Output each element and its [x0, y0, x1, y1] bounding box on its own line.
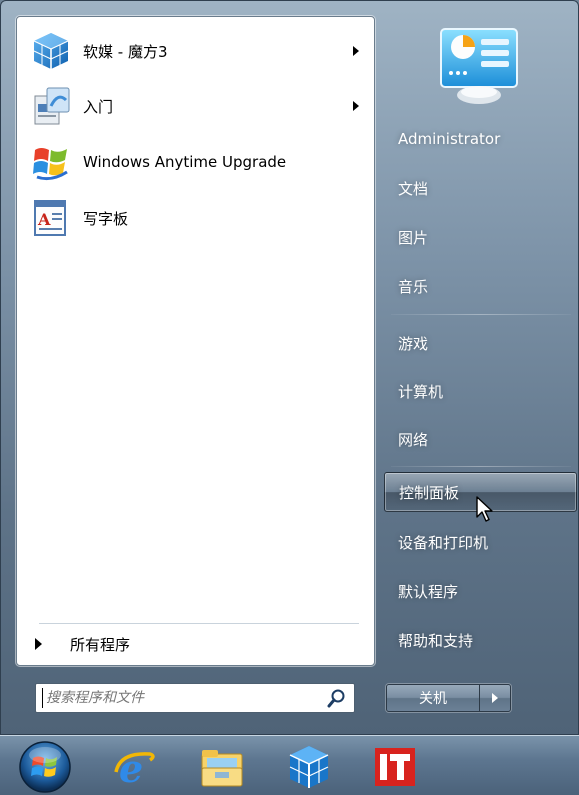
getting-started-icon [34, 87, 70, 125]
shutdown-label: 关机 [419, 691, 447, 707]
shutdown-group: 关机 [386, 684, 511, 712]
program-item-mofang3[interactable]: 软媒 - 魔方3 [23, 23, 369, 79]
shutdown-options-button[interactable] [480, 685, 510, 711]
right-item-administrator[interactable]: Administrator [384, 119, 577, 159]
windows-orb-icon[interactable] [16, 739, 74, 795]
submenu-arrow-icon [353, 101, 359, 111]
all-programs-button[interactable]: 所有程序 [27, 629, 367, 659]
control-panel-picture-icon[interactable] [433, 25, 525, 105]
program-label: 写字板 [83, 209, 129, 228]
right-item-computer[interactable]: 计算机 [384, 371, 577, 411]
it-logo-icon[interactable] [370, 742, 420, 792]
rubiks-cube-icon[interactable] [284, 742, 334, 792]
right-item-label: 游戏 [398, 334, 429, 353]
wordpad-icon: A [34, 200, 66, 236]
separator [391, 466, 571, 467]
program-label: Windows Anytime Upgrade [83, 153, 287, 171]
program-list-panel: 软媒 - 魔方3 入门 Windows Anytime Upgrade A 写字… [16, 16, 375, 666]
shutdown-button[interactable]: 关机 [387, 685, 480, 711]
all-programs-label: 所有程序 [70, 635, 131, 654]
mouse-cursor-icon [476, 496, 493, 522]
program-label: 入门 [83, 97, 114, 116]
folder-icon[interactable] [197, 742, 247, 792]
rubiks-cube-icon [33, 33, 69, 69]
right-item-label: 计算机 [398, 382, 444, 401]
right-item-label: 控制面板 [399, 483, 460, 502]
triangle-right-icon [492, 693, 498, 703]
program-item-wordpad[interactable]: A 写字板 [23, 191, 369, 245]
right-item-games[interactable]: 游戏 [384, 323, 577, 363]
right-item-label: 网络 [398, 430, 429, 449]
right-item-label: 设备和打印机 [398, 533, 489, 552]
triangle-right-icon [35, 638, 42, 650]
submenu-arrow-icon [353, 46, 359, 56]
right-item-pictures[interactable]: 图片 [384, 217, 577, 257]
search-box[interactable] [35, 683, 355, 713]
right-item-default-programs[interactable]: 默认程序 [384, 571, 577, 611]
svg-text:A: A [37, 210, 51, 229]
program-item-getting-started[interactable]: 入门 [23, 79, 369, 133]
search-icon[interactable] [326, 687, 348, 709]
separator [39, 623, 359, 624]
right-item-network[interactable]: 网络 [384, 419, 577, 459]
right-item-music[interactable]: 音乐 [384, 266, 577, 306]
windows-flag-icon [33, 148, 68, 181]
right-item-label: 默认程序 [398, 582, 459, 601]
ie-icon[interactable]: e [110, 742, 160, 792]
program-item-anytime-upgrade[interactable]: Windows Anytime Upgrade [23, 135, 369, 189]
right-item-label: 文档 [398, 179, 429, 198]
search-input[interactable] [43, 685, 326, 711]
right-item-help-support[interactable]: 帮助和支持 [384, 620, 577, 660]
program-label: 软媒 - 魔方3 [83, 42, 168, 61]
right-item-label: Administrator [398, 130, 501, 148]
taskbar: e [0, 735, 579, 795]
right-item-devices-printers[interactable]: 设备和打印机 [384, 522, 577, 562]
right-item-documents[interactable]: 文档 [384, 168, 577, 208]
separator [391, 314, 571, 315]
right-item-label: 帮助和支持 [398, 631, 474, 650]
start-menu: 软媒 - 魔方3 入门 Windows Anytime Upgrade A 写字… [0, 0, 579, 735]
right-item-label: 音乐 [398, 277, 429, 296]
right-item-label: 图片 [398, 228, 429, 247]
